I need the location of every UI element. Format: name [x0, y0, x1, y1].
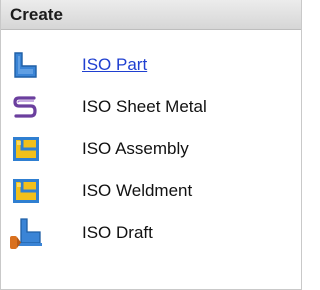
iso-draft-label: ISO Draft — [82, 223, 153, 242]
iso-assembly-label: ISO Assembly — [82, 139, 189, 158]
panel-title: Create — [1, 0, 301, 30]
draft-icon — [9, 216, 43, 250]
part-icon — [9, 48, 43, 82]
assembly-icon — [9, 132, 43, 166]
iso-part-link[interactable]: ISO Part — [82, 55, 147, 75]
weldment-icon — [9, 174, 43, 208]
iso-sheet-metal-label: ISO Sheet Metal — [82, 97, 207, 116]
sheet-metal-icon — [9, 90, 43, 124]
create-panel: Create ISO Part ISO Sheet Metal ISO Asse… — [0, 0, 302, 290]
iso-weldment-label: ISO Weldment — [82, 181, 193, 200]
